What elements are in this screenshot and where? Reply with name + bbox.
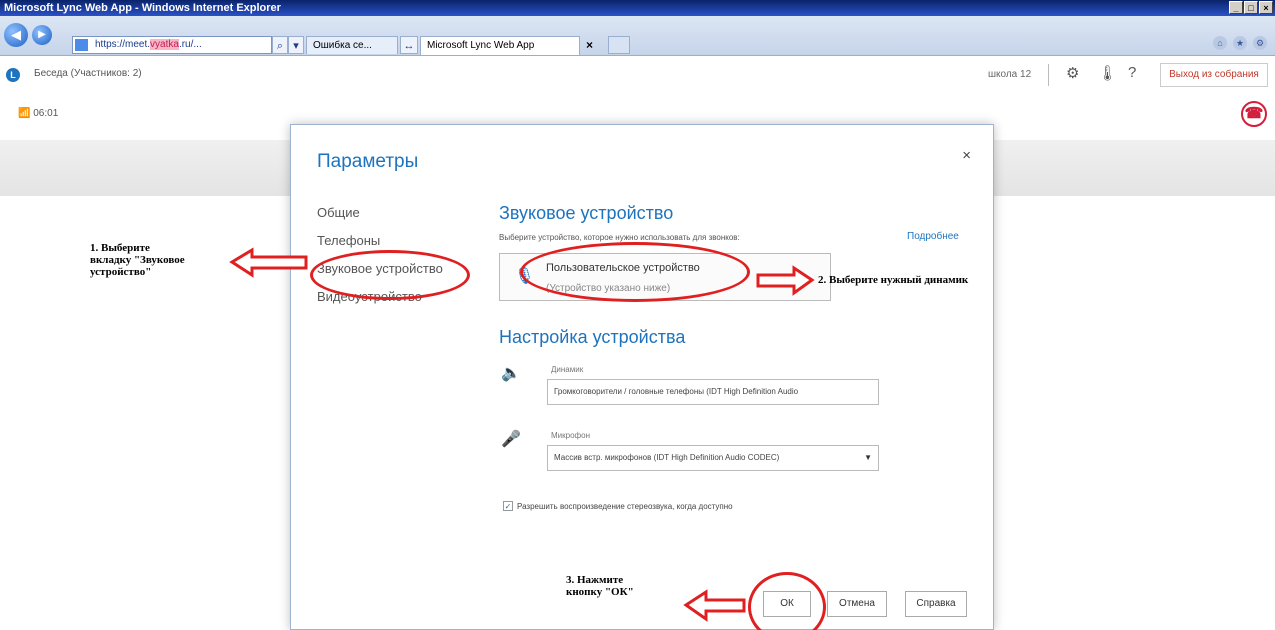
dropdown-icon[interactable]: ▾ — [288, 36, 304, 54]
minimize-button[interactable]: _ — [1229, 1, 1243, 14]
back-button[interactable]: ◀ — [4, 23, 28, 47]
forward-button[interactable]: ▶ — [32, 25, 52, 45]
close-window-button[interactable]: × — [1259, 1, 1273, 14]
tab-error[interactable]: Ошибка се... — [306, 36, 398, 54]
device-setup-title: Настройка устройства — [499, 327, 686, 347]
page: Microsoft Lync Web App - Windows Interne… — [0, 0, 1275, 630]
site-favicon-icon — [75, 39, 88, 51]
tools-icon[interactable]: ⚙ — [1253, 36, 1267, 50]
options-dialog: Параметры × Общие Телефоны Звуковое устр… — [290, 124, 994, 630]
address-prefix: https://meet. — [95, 39, 151, 50]
maximize-button[interactable]: □ — [1244, 1, 1258, 14]
close-icon[interactable]: × — [962, 147, 971, 164]
window-title: Microsoft Lync Web App - Windows Interne… — [4, 2, 281, 14]
call-timer: 📶 06:01 — [18, 108, 59, 119]
speaker-icon: 🔈 — [501, 365, 521, 382]
highlight-device — [520, 242, 750, 302]
speaker-label: Динамик — [551, 365, 584, 374]
tab-close-icon[interactable]: × — [586, 36, 593, 54]
user-name[interactable]: школа 12 — [988, 69, 1031, 80]
microphone-setup-icon: 🎤 — [501, 431, 521, 448]
tab-lync[interactable]: Microsoft Lync Web App — [420, 36, 580, 55]
window-title-bar: Microsoft Lync Web App - Windows Interne… — [0, 0, 1275, 16]
window-buttons: _ □ × — [1229, 1, 1273, 14]
address-suffix: .ru/... — [178, 39, 202, 50]
audio-device-title: Звуковое устройство — [499, 203, 674, 223]
microphone-value: Массив встр. микрофонов (IDT High Defini… — [554, 453, 780, 462]
annotation-step-3: 3. Нажмите кнопку "ОК" — [566, 574, 634, 598]
highlight-audio-tab — [310, 250, 470, 300]
device-icon[interactable]: 🌡 — [1098, 64, 1117, 82]
nav-general[interactable]: Общие — [317, 205, 360, 220]
tab-group-icon[interactable]: ↔ — [400, 36, 418, 54]
browser-toolbar: ◀ ▶ https://meet.vyatka.ru/... ⌕ ▾ Ошибк… — [0, 16, 1275, 56]
hangup-icon[interactable]: ☎ — [1241, 101, 1267, 127]
browser-icons: ⌂ ★ ⚙ — [1213, 36, 1267, 50]
tab-error-label: Ошибка се... — [313, 40, 372, 51]
favorites-icon[interactable]: ★ — [1233, 36, 1247, 50]
microphone-select[interactable]: Массив встр. микрофонов (IDT High Defini… — [547, 445, 879, 471]
divider — [1048, 64, 1049, 86]
cancel-button[interactable]: Отмена — [827, 591, 887, 617]
help-button[interactable]: Справка — [905, 591, 967, 617]
help-icon[interactable]: ? — [1128, 64, 1136, 81]
home-icon[interactable]: ⌂ — [1213, 36, 1227, 50]
speaker-value: Громкоговорители / головные телефоны (ID… — [554, 387, 799, 396]
search-icon[interactable]: ⌕ — [272, 36, 288, 54]
more-info-link[interactable]: Подробнее — [907, 231, 959, 242]
audio-device-description: Выберите устройство, которое нужно испол… — [499, 233, 740, 242]
microphone-label: Микрофон — [551, 431, 590, 440]
nav-phones[interactable]: Телефоны — [317, 233, 380, 248]
speaker-select[interactable]: Громкоговорители / головные телефоны (ID… — [547, 379, 879, 405]
lync-app-bar: L Беседа (Участников: 2) школа 12 ⚙ 🌡 ? … — [0, 56, 1275, 100]
stereo-checkbox[interactable]: ✓ — [503, 501, 513, 511]
exit-meeting-button[interactable]: Выход из собрания — [1160, 63, 1268, 87]
arrow-to-ok — [683, 589, 746, 622]
annotation-step-1: 1. Выберите вкладку "Звуковое устройство… — [90, 242, 185, 278]
lync-logo-icon: L — [6, 68, 20, 82]
stereo-option: ✓ Разрешить воспроизведение стереозвука,… — [503, 501, 733, 511]
chevron-down-icon: ▼ — [864, 453, 872, 462]
arrow-to-audio-tab — [229, 247, 308, 278]
arrow-to-device — [756, 265, 815, 296]
address-domain: vyatka — [150, 39, 179, 50]
gear-icon[interactable]: ⚙ — [1066, 64, 1079, 82]
conversation-title[interactable]: Беседа (Участников: 2) — [34, 68, 142, 79]
address-bar[interactable]: https://meet.vyatka.ru/... — [72, 36, 272, 54]
dialog-title: Параметры — [317, 151, 419, 172]
new-tab-button[interactable] — [608, 36, 630, 54]
stereo-label: Разрешить воспроизведение стереозвука, к… — [517, 501, 733, 511]
tab-lync-label: Microsoft Lync Web App — [427, 40, 535, 51]
annotation-step-2: 2. Выберите нужный динамик — [818, 274, 969, 286]
